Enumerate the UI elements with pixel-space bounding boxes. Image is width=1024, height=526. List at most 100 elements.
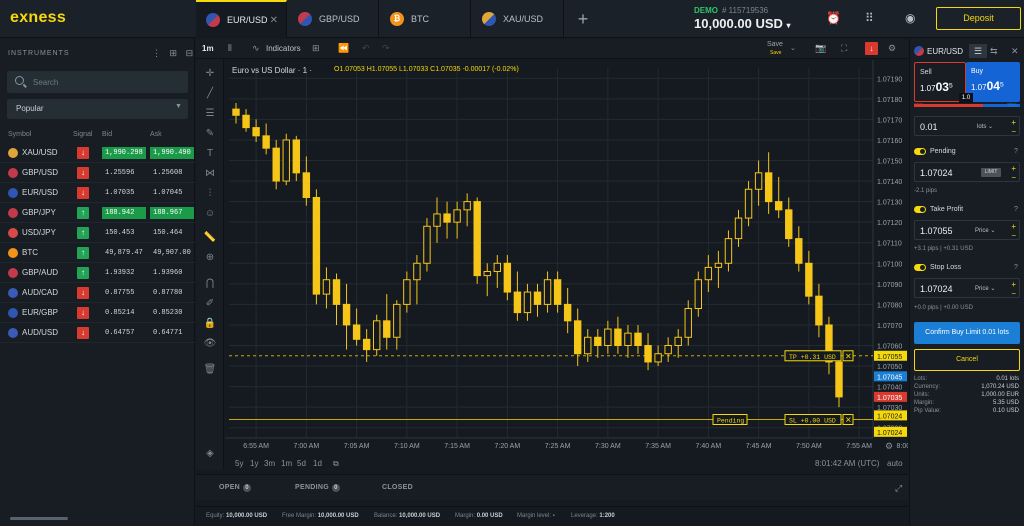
column-signal[interactable]: Signal <box>73 131 92 138</box>
instrument-row[interactable]: GBP/JPY ↑ 188.942 188.967 <box>0 203 195 223</box>
signal-up-icon[interactable]: ↑ <box>77 207 89 219</box>
camera-icon[interactable]: 📷 <box>815 43 826 54</box>
pending-price[interactable]: 1.07024 <box>920 168 953 178</box>
ask-price[interactable]: 0.87780 <box>150 287 194 299</box>
ask-price[interactable]: 188.967 <box>150 207 194 219</box>
grid-view-icon[interactable]: ⊞ <box>170 48 178 58</box>
bid-price[interactable]: 1.07035 <box>102 187 146 199</box>
order-form-icon[interactable]: ☰ <box>969 44 987 58</box>
magnet-icon[interactable]: ⋂ <box>203 277 217 291</box>
bid-price[interactable]: 49,879.47 <box>102 247 146 259</box>
ask-price[interactable]: 1.93960 <box>150 267 194 279</box>
range-1m[interactable]: 1m <box>281 459 292 468</box>
instrument-row[interactable]: XAU/USD ↓ 1,990.298 1,990.490 <box>0 143 195 163</box>
ask-price[interactable]: 49,907.00 <box>150 247 194 259</box>
instrument-row[interactable]: EUR/GBP ↓ 0.85214 0.85230 <box>0 303 195 323</box>
price-chart[interactable]: 1.07190 1.07180 1.07170 1.07160 1.07150 1.071… <box>225 60 908 470</box>
instrument-filter-select[interactable]: Popular ▼ <box>7 99 188 119</box>
increment-icon[interactable]: + <box>1011 165 1016 173</box>
bid-price[interactable]: 0.87755 <box>102 287 146 299</box>
increment-icon[interactable]: + <box>1011 119 1016 127</box>
bid-price[interactable]: 1.93932 <box>102 267 146 279</box>
indicators-button[interactable]: Indicators <box>266 44 301 53</box>
stop-loss-price[interactable]: 1.07024 <box>920 284 953 294</box>
close-icon[interactable]: ✕ <box>1011 46 1019 57</box>
crosshair-icon[interactable]: ✛ <box>203 67 217 81</box>
instrument-row[interactable]: USD/JPY ↑ 150.453 150.464 <box>0 223 195 243</box>
decrement-icon[interactable]: − <box>1011 174 1016 182</box>
pattern-icon[interactable]: ⋈ <box>203 167 217 181</box>
undo-icon[interactable]: ↶ <box>362 43 370 54</box>
volume-field[interactable]: 0.01 lots ⌄ + − <box>914 116 1020 136</box>
close-icon[interactable]: ✕ <box>270 15 278 26</box>
stop-loss-field[interactable]: 1.07024 Price ⌄ + − <box>914 278 1020 298</box>
bid-price[interactable]: 0.64757 <box>102 327 146 339</box>
bid-price[interactable]: 150.453 <box>102 227 146 239</box>
one-click-icon[interactable]: ⇆ <box>990 46 998 57</box>
redo-icon[interactable]: ↷ <box>382 43 390 54</box>
brush-icon[interactable]: ✎ <box>203 127 217 141</box>
stop-loss-toggle[interactable] <box>914 264 926 271</box>
chart-settings-icon[interactable]: ⚙ <box>885 442 893 452</box>
replay-icon[interactable]: ⏪ <box>338 43 349 54</box>
help-icon[interactable]: ? <box>1014 148 1018 155</box>
candle-type-icon[interactable]: ⫴ <box>228 43 232 54</box>
signal-down-icon[interactable]: ↓ <box>77 287 89 299</box>
take-profit-field[interactable]: 1.07055 Price ⌄ + − <box>914 220 1020 240</box>
ask-price[interactable]: 0.64771 <box>150 327 194 339</box>
deposit-button[interactable]: Deposit <box>936 7 1021 30</box>
search-box[interactable] <box>7 71 188 93</box>
range-5d[interactable]: 5d <box>297 459 306 468</box>
take-profit-toggle[interactable] <box>914 206 926 213</box>
range-1y[interactable]: 1y <box>250 459 258 468</box>
tab-btc[interactable]: ₿ BTC <box>380 0 471 38</box>
utc-clock[interactable]: 8:01:42 AM (UTC) <box>815 459 879 468</box>
pending-toggle[interactable] <box>914 148 926 155</box>
instrument-row[interactable]: AUD/CAD ↓ 0.87755 0.87780 <box>0 283 195 303</box>
decrement-icon[interactable]: − <box>1011 232 1016 240</box>
signal-down-icon[interactable]: ↓ <box>77 147 89 159</box>
fullscreen-icon[interactable]: ⛶ <box>841 43 847 54</box>
tab-closed[interactable]: CLOSED <box>382 484 413 491</box>
tab-gbp-usd[interactable]: GBP/USD <box>288 0 379 38</box>
indicators-icon[interactable]: ∿ <box>252 43 260 54</box>
horizontal-lines-icon[interactable]: ☰ <box>203 107 217 121</box>
ruler-icon[interactable]: 📏 <box>203 231 217 245</box>
collapse-panel-icon[interactable]: ⊟ <box>186 48 194 58</box>
range-3m[interactable]: 3m <box>264 459 275 468</box>
pending-price-field[interactable]: 1.07024 LIMIT + − <box>914 162 1020 182</box>
horizontal-scrollbar[interactable] <box>10 517 68 520</box>
ask-price[interactable]: 150.464 <box>150 227 194 239</box>
ask-price[interactable]: 1.07045 <box>150 187 194 199</box>
save-button[interactable]: Save <box>767 41 783 48</box>
settings-icon[interactable]: ⚙ <box>888 43 896 54</box>
stop-loss-unit[interactable]: Price ⌄ <box>975 285 995 292</box>
range-1d[interactable]: 1d <box>313 459 322 468</box>
auto-scale-button[interactable]: auto <box>887 459 903 468</box>
quick-sell-icon[interactable]: ↓ <box>865 42 878 55</box>
help-icon[interactable]: ? <box>1014 264 1018 271</box>
trend-line-icon[interactable]: ╱ <box>203 87 217 101</box>
add-tab-button[interactable]: + <box>565 0 601 38</box>
emoji-icon[interactable]: ☺ <box>203 207 217 221</box>
alarm-clock-icon[interactable]: ⏰ <box>826 11 841 25</box>
bid-price[interactable]: 1.25596 <box>102 167 146 179</box>
range-5y[interactable]: 5y <box>235 459 243 468</box>
ask-price[interactable]: 1.25608 <box>150 167 194 179</box>
user-profile-icon[interactable]: ◉ <box>905 11 915 25</box>
instrument-row[interactable]: EUR/USD ↓ 1.07035 1.07045 <box>0 183 195 203</box>
instrument-row[interactable]: GBP/AUD ↑ 1.93932 1.93960 <box>0 263 195 283</box>
text-tool-icon[interactable]: T <box>203 147 217 161</box>
search-input[interactable] <box>33 74 183 90</box>
chevron-down-icon[interactable]: ⌄ <box>790 44 796 52</box>
tab-eur-usd[interactable]: EUR/USD ✕ <box>196 0 287 38</box>
signal-down-icon[interactable]: ↓ <box>77 327 89 339</box>
tab-open[interactable]: OPEN 0 <box>219 484 252 492</box>
bid-price[interactable]: 1,990.298 <box>102 147 146 159</box>
confirm-order-button[interactable]: Confirm Buy Limit 0.01 lots <box>914 322 1020 344</box>
signal-up-icon[interactable]: ↑ <box>77 227 89 239</box>
zoom-icon[interactable]: ⊕ <box>203 251 217 265</box>
order-type-badge[interactable]: LIMIT <box>981 168 1001 177</box>
expand-panel-icon[interactable]: ⤢ <box>895 483 902 494</box>
templates-icon[interactable]: ⊞ <box>312 43 320 54</box>
